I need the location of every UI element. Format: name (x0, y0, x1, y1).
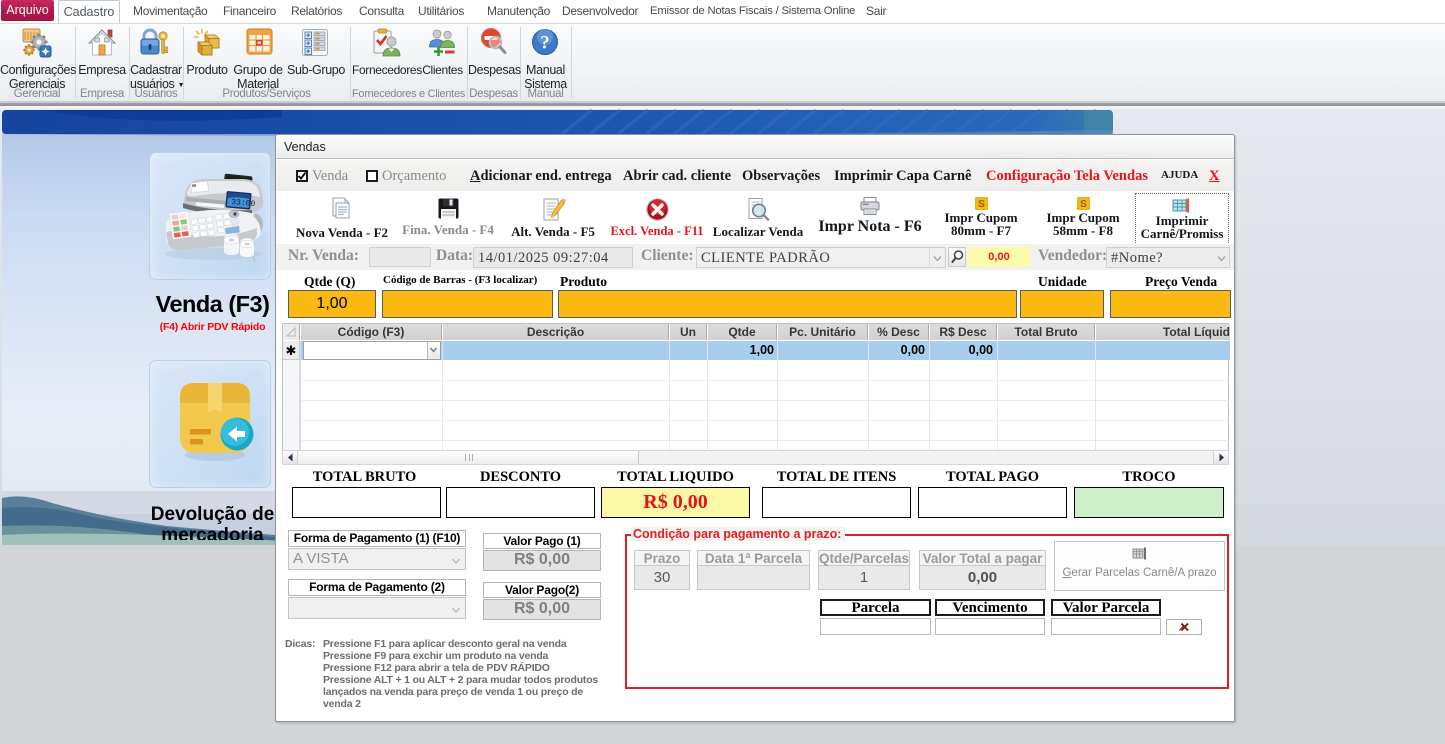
svg-text:S: S (978, 199, 985, 210)
svg-text:?: ? (540, 33, 550, 54)
svg-text:S: S (1080, 199, 1087, 210)
